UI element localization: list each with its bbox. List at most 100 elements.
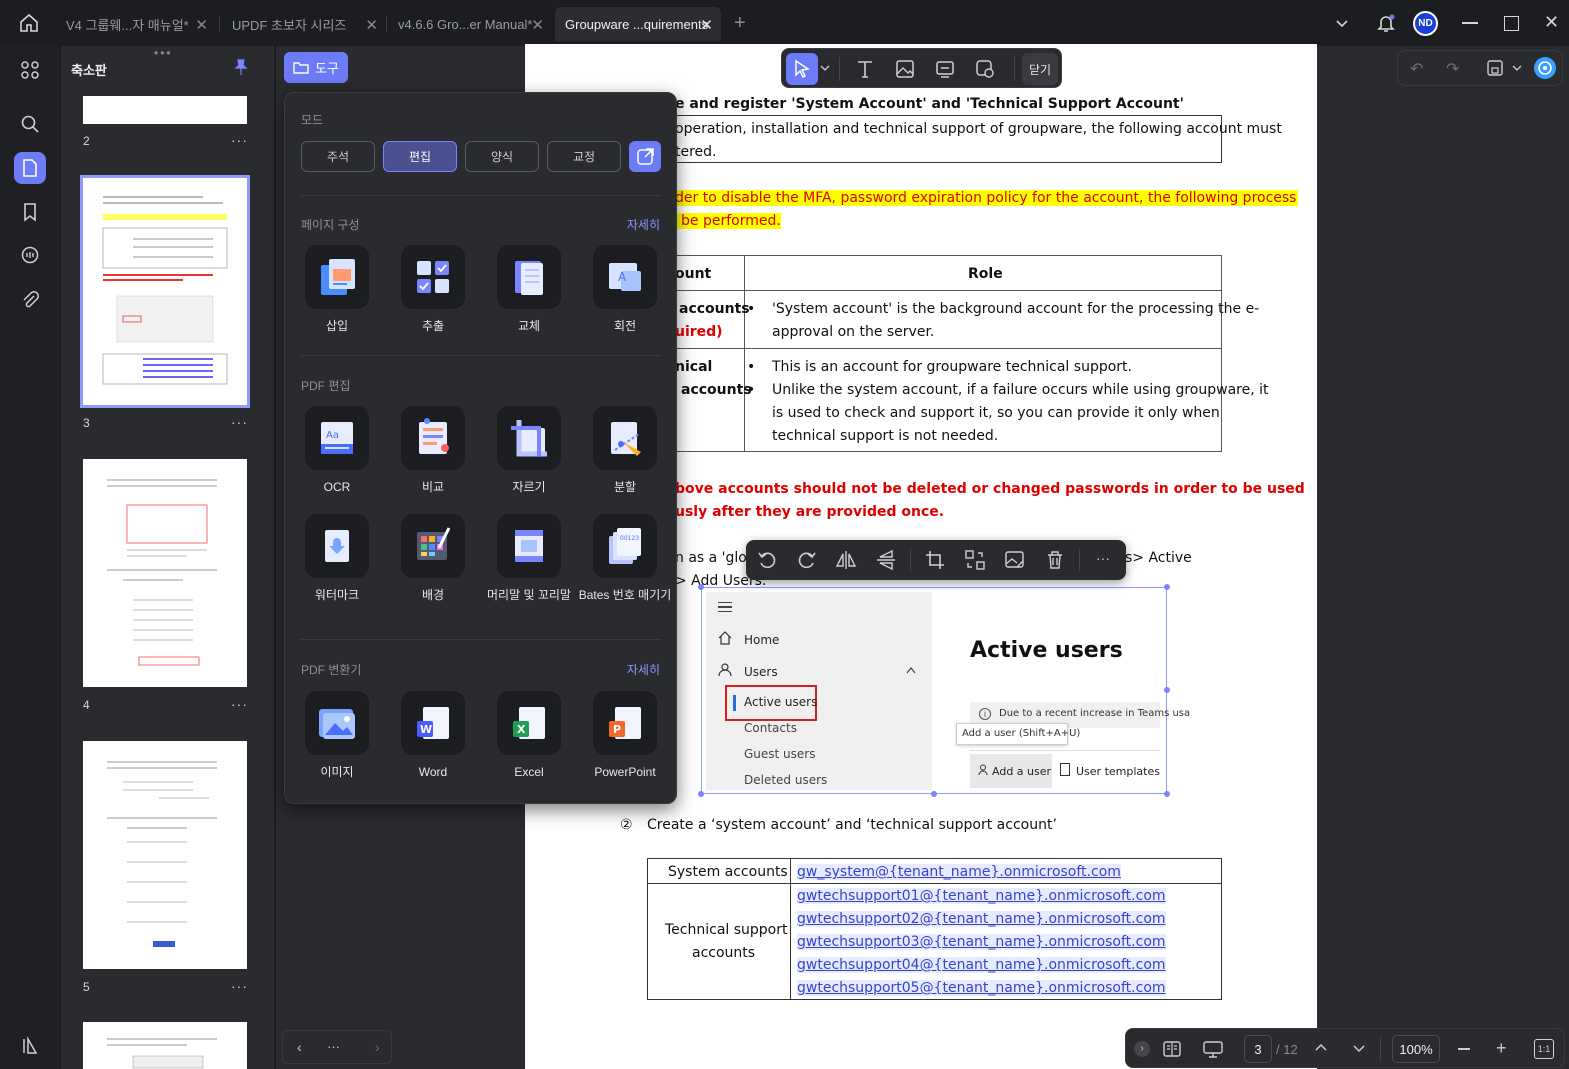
email-link[interactable]: gwtechsupport01@{tenant_name}.onmicrosof… [797, 888, 1166, 904]
crop-icon[interactable] [924, 549, 946, 571]
bookmark-icon[interactable] [14, 196, 46, 228]
intro-line[interactable]: operation, installation and technical su… [675, 121, 1282, 137]
convert-section-more-link[interactable]: 자세히 [627, 661, 660, 678]
intro-line[interactable]: tered. [675, 144, 717, 160]
extract-image-icon[interactable] [1004, 549, 1026, 571]
resize-handle[interactable] [931, 791, 937, 797]
close-icon[interactable]: ✕ [365, 16, 378, 34]
selected-image[interactable]: Home Users Active users Contacts Guest u… [701, 587, 1190, 794]
resize-handle[interactable] [698, 791, 704, 797]
comment-icon[interactable] [14, 240, 46, 272]
email-link[interactable]: gw_system@{tenant_name}.onmicrosoft.com [797, 864, 1121, 880]
tool-split[interactable]: 분할 [577, 406, 673, 494]
page-thumbnail-5[interactable] [83, 741, 247, 969]
thumbnail-more-icon[interactable]: ··· [231, 696, 248, 712]
highlight-note[interactable]: der to disable the MFA, password expirat… [675, 190, 1299, 206]
zoom-in-icon[interactable]: + [1496, 1038, 1507, 1059]
highlight-note[interactable]: be performed. [675, 213, 781, 229]
replace-image-icon[interactable] [964, 549, 986, 571]
tool-convert-excel[interactable]: X Excel [481, 691, 577, 779]
close-icon[interactable]: ✕ [531, 16, 544, 34]
home-icon[interactable] [18, 12, 40, 34]
flip-horizontal-icon[interactable] [835, 549, 857, 571]
close-edit-button[interactable]: 닫기 [1022, 53, 1058, 85]
tool-replace[interactable]: 교체 [481, 245, 577, 333]
add-text-icon[interactable] [854, 58, 876, 80]
page-thumbnail-3[interactable] [80, 175, 250, 408]
chevron-down-icon[interactable] [820, 64, 830, 72]
undo-icon[interactable]: ↶ [1410, 59, 1423, 79]
resize-handle[interactable] [698, 584, 704, 590]
rotate-right-icon[interactable] [796, 549, 818, 571]
rotate-left-icon[interactable] [756, 549, 778, 571]
tab-groupware-requirements[interactable]: Groupware ...quirements ✕ [555, 7, 721, 41]
close-icon[interactable]: ✕ [700, 16, 713, 34]
section-heading[interactable]: e and register 'System Account' and 'Tec… [675, 96, 1184, 112]
chevron-down-icon[interactable] [1352, 1041, 1366, 1055]
pin-icon[interactable] [233, 58, 249, 76]
more-dots[interactable]: ··· [327, 1039, 340, 1054]
tool-convert-word[interactable]: W Word [385, 691, 481, 779]
tab-korean-manual[interactable]: V4 그룹웨...자 매뉴얼* ✕ [56, 7, 216, 41]
attachment-icon[interactable] [14, 284, 46, 316]
thumbnails-icon[interactable] [14, 152, 46, 184]
select-tool[interactable] [786, 53, 818, 85]
tool-extract[interactable]: 추출 [385, 245, 481, 333]
thumbnail-more-icon[interactable]: ··· [231, 414, 248, 430]
email-link[interactable]: gwtechsupport05@{tenant_name}.onmicrosof… [797, 980, 1166, 996]
collapse-arrow-icon[interactable]: › [1134, 1041, 1150, 1057]
thumbnail-more-icon[interactable]: ··· [231, 132, 248, 148]
tool-ocr[interactable]: Aa OCR [289, 406, 385, 494]
close-window-icon[interactable]: ✕ [1544, 12, 1559, 33]
page-number-input[interactable]: 3 [1244, 1035, 1272, 1063]
search-icon[interactable] [14, 108, 46, 140]
mode-annotate-button[interactable]: 주석 [301, 141, 375, 172]
page-thumbnail-6[interactable] [83, 1022, 247, 1069]
chevron-down-icon[interactable] [1512, 64, 1522, 72]
warning-text[interactable]: bove accounts should not be deleted or c… [675, 481, 1305, 497]
apps-icon[interactable] [14, 54, 46, 86]
new-tab-plus-icon[interactable]: + [734, 12, 746, 35]
chevron-up-icon[interactable] [1314, 1041, 1328, 1055]
tab-groupware-manual[interactable]: v4.6.6 Gro...er Manual* ✕ [388, 7, 552, 41]
minimize-icon[interactable] [1462, 22, 1478, 24]
page-thumbnail-4[interactable] [83, 459, 247, 687]
tool-bates-numbering[interactable]: 00123 Bates 번호 매기기 [577, 514, 673, 602]
tool-insert[interactable]: 삽입 [289, 245, 385, 333]
tool-background[interactable]: 배경 [385, 514, 481, 602]
save-icon[interactable] [1486, 59, 1504, 77]
email-link[interactable]: gwtechsupport04@{tenant_name}.onmicrosof… [797, 957, 1166, 973]
warning-text[interactable]: usly after they are provided once. [675, 504, 944, 520]
tool-watermark[interactable]: 워터마크 [289, 514, 385, 602]
chevron-down-icon[interactable] [1335, 16, 1349, 30]
bell-icon[interactable] [1375, 12, 1397, 34]
tool-convert-powerpoint[interactable]: P PowerPoint [577, 691, 673, 779]
tool-convert-image[interactable]: 이미지 [289, 691, 385, 779]
add-image-icon[interactable] [894, 58, 916, 80]
sidebar-toggle-icon[interactable] [14, 1030, 46, 1062]
page-thumbnail-2[interactable] [83, 96, 247, 124]
mode-edit-button[interactable]: 편집 [383, 141, 457, 172]
chevron-right-icon[interactable]: › [375, 1039, 380, 1055]
close-icon[interactable]: ✕ [195, 16, 208, 34]
zoom-input[interactable]: 100% [1392, 1035, 1440, 1063]
mode-form-button[interactable]: 양식 [465, 141, 539, 172]
tool-compare[interactable]: 비교 [385, 406, 481, 494]
user-avatar[interactable]: ND [1413, 11, 1438, 36]
thumbnail-more-icon[interactable]: ··· [231, 978, 248, 994]
tool-crop[interactable]: 자르기 [481, 406, 577, 494]
shape-icon[interactable] [974, 58, 996, 80]
tools-button[interactable]: 도구 [284, 52, 348, 83]
redo-icon[interactable]: ↷ [1446, 59, 1459, 79]
step-text[interactable]: n as a 'glob [675, 550, 756, 566]
email-link[interactable]: gwtechsupport02@{tenant_name}.onmicrosof… [797, 911, 1166, 927]
step-text[interactable]: s> Active [1125, 550, 1192, 566]
page-layout-icon[interactable] [1162, 1039, 1182, 1059]
mode-proofread-button[interactable]: 교정 [547, 141, 621, 172]
open-external-icon[interactable] [629, 141, 661, 172]
actual-size-icon[interactable]: 1:1 [1534, 1039, 1554, 1059]
flip-vertical-icon[interactable] [875, 549, 897, 571]
ai-assistant-icon[interactable] [1534, 57, 1556, 79]
link-icon[interactable] [934, 58, 956, 80]
more-options-icon[interactable]: ··· [1096, 550, 1110, 566]
